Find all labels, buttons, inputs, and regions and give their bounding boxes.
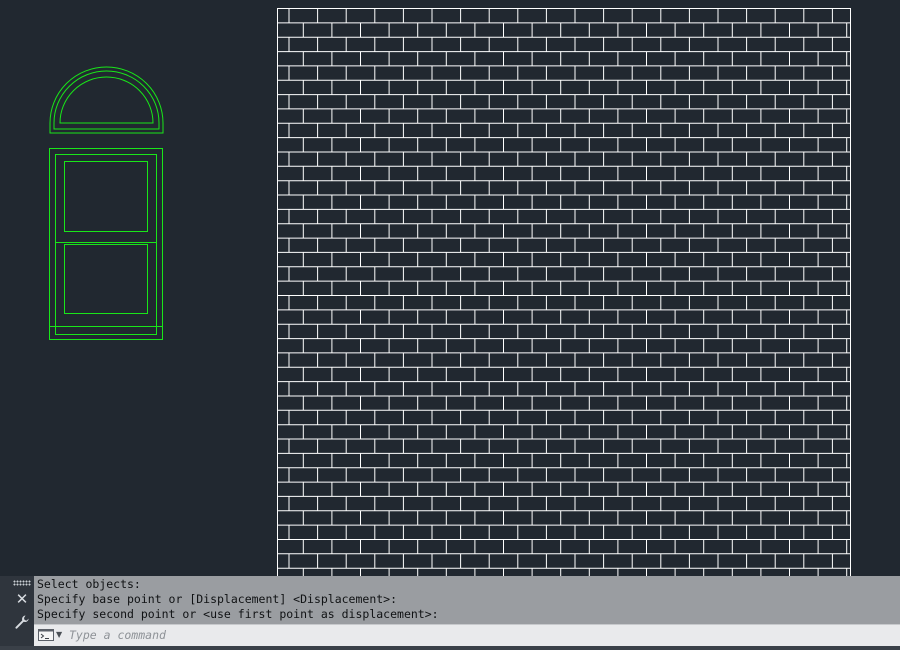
command-input[interactable] (69, 626, 889, 644)
command-line-panel: ✕ Select objects: Specify base point or … (0, 576, 900, 650)
grip-dots-icon[interactable] (13, 580, 31, 586)
command-input-row: ▼ (34, 624, 900, 646)
history-line: Specify second point or <use first point… (37, 607, 439, 621)
arched-transom-window[interactable] (49, 66, 164, 134)
command-history: Select objects: Specify base point or [D… (34, 576, 900, 624)
autocad-window: ✕ Select objects: Specify base point or … (0, 0, 900, 650)
wrench-icon[interactable] (14, 614, 30, 630)
command-line-grip[interactable]: ✕ (0, 576, 34, 650)
brick-hatch-wall[interactable] (277, 8, 851, 582)
command-prompt-icon[interactable] (38, 629, 54, 641)
close-icon[interactable]: ✕ (14, 591, 30, 607)
history-line: Specify base point or [Displacement] <Di… (37, 592, 398, 606)
status-bar-edge (0, 646, 900, 650)
chevron-down-icon[interactable]: ▼ (56, 627, 62, 643)
drawing-canvas[interactable] (0, 0, 900, 650)
history-line: Select objects: (37, 577, 141, 591)
double-hung-window[interactable] (49, 148, 163, 340)
